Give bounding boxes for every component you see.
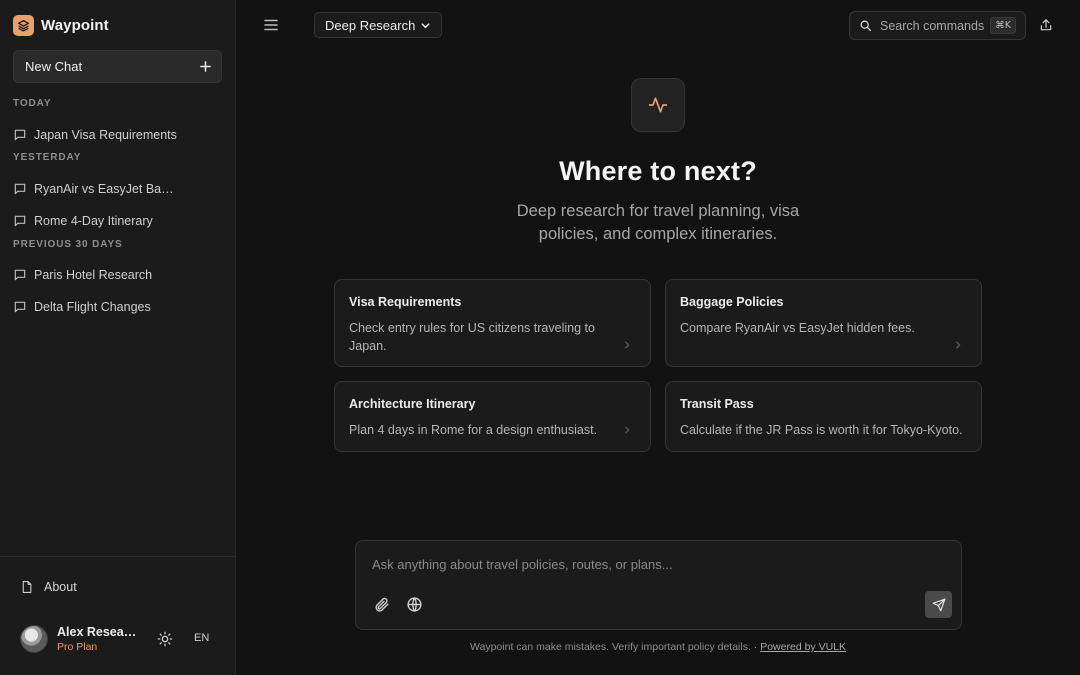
send-button[interactable]: [925, 591, 952, 618]
send-icon: [932, 598, 945, 611]
file-icon: [22, 580, 32, 593]
card-title: Visa Requirements: [349, 295, 462, 309]
suggestion-card-visa[interactable]: Visa Requirements Check entry rules for …: [334, 279, 651, 367]
card-description: Plan 4 days in Rome for a design enthusi…: [349, 423, 598, 437]
layers-logo-icon: [13, 14, 34, 36]
user-plan: Pro Plan: [57, 641, 98, 653]
app-name: Waypoint: [41, 16, 109, 34]
sidebar: Waypoint New Chat TODAY Japan Visa Requi…: [0, 0, 236, 675]
globe-icon: [407, 597, 422, 612]
section-heading-previous-30-days: PREVIOUS 30 DAYS: [13, 239, 123, 250]
share-icon: [1040, 19, 1052, 31]
suggestion-card-architecture[interactable]: Architecture Itinerary Plan 4 days in Ro…: [334, 381, 651, 452]
chat-item-baggage[interactable]: RyanAir vs EasyJet Baggage Policies: [13, 179, 223, 199]
message-icon: [14, 183, 26, 195]
chevron-down-icon: [421, 22, 430, 28]
suggestion-card-baggage[interactable]: Baggage Policies Compare RyanAir vs Easy…: [665, 279, 982, 367]
footer-disclaimer: Waypoint can make mistakes. Verify impor…: [469, 641, 761, 653]
new-chat-label: New Chat: [25, 59, 83, 74]
message-icon: [14, 301, 26, 313]
chevron-right-icon: [956, 341, 961, 349]
chat-item-label: Japan Visa Requirements: [34, 128, 177, 142]
powered-by-link[interactable]: Powered by VULK: [760, 641, 846, 653]
hero-title: Where to next?: [559, 156, 757, 186]
mode-select[interactable]: Deep Research: [314, 12, 442, 38]
share-button[interactable]: [1039, 18, 1053, 32]
user-info: Alex Researcher Pro Plan: [57, 625, 139, 653]
mode-label: Deep Research: [325, 17, 416, 33]
message-icon: [14, 215, 26, 227]
paperclip-icon: [375, 597, 389, 612]
hamburger-icon: [264, 19, 278, 31]
card-description: Check entry rules for US citizens travel…: [349, 321, 595, 353]
chat-item-japan-visa[interactable]: Japan Visa Requirements: [13, 125, 223, 145]
hero-subtitle: Deep research for travel planning, visa …: [516, 202, 800, 243]
message-input[interactable]: [372, 555, 932, 573]
search-icon: [860, 20, 872, 32]
search-placeholder: Search commands: [880, 18, 985, 33]
sun-icon: [157, 631, 173, 647]
theme-toggle-button[interactable]: [157, 631, 173, 647]
avatar: [20, 625, 48, 653]
user-profile[interactable]: Alex Researcher Pro Plan: [20, 624, 139, 654]
suggestion-card-transit[interactable]: Transit Pass Calculate if the JR Pass is…: [665, 381, 982, 452]
keyboard-shortcut: ⌘K: [990, 17, 1016, 34]
activity-badge: [631, 78, 685, 132]
about-label: About: [44, 579, 77, 594]
message-icon: [14, 269, 26, 281]
card-title: Baggage Policies: [680, 295, 784, 309]
card-description: Calculate if the JR Pass is worth it for…: [680, 423, 963, 437]
menu-toggle-button[interactable]: [262, 16, 280, 34]
chat-item-paris-hotel[interactable]: Paris Hotel Research: [13, 265, 223, 285]
card-title: Architecture Itinerary: [349, 397, 476, 411]
attach-button[interactable]: [373, 596, 390, 613]
footer: Waypoint can make mistakes. Verify impor…: [236, 641, 1080, 653]
new-chat-button[interactable]: New Chat: [13, 50, 222, 83]
activity-icon: [648, 97, 668, 113]
about-link[interactable]: About: [20, 578, 77, 595]
section-heading-today: TODAY: [13, 98, 52, 109]
command-search[interactable]: Search commands ⌘K: [849, 11, 1026, 40]
chat-item-rome[interactable]: Rome 4-Day Itinerary: [13, 211, 223, 231]
chevron-right-icon: [625, 341, 630, 349]
sidebar-divider: [0, 556, 235, 557]
chat-item-delta[interactable]: Delta Flight Changes: [13, 297, 223, 317]
card-title: Transit Pass: [680, 397, 754, 411]
brand[interactable]: Waypoint: [13, 14, 109, 36]
section-heading-yesterday: YESTERDAY: [13, 152, 82, 163]
user-name: Alex Researcher: [57, 625, 139, 639]
chat-item-label: Paris Hotel Research: [34, 268, 153, 282]
chat-item-label: RyanAir vs EasyJet Baggage Policies: [34, 182, 177, 196]
chat-item-label: Delta Flight Changes: [34, 300, 151, 314]
composer: [355, 540, 962, 630]
card-description: Compare RyanAir vs EasyJet hidden fees.: [680, 321, 915, 335]
chat-item-label: Rome 4-Day Itinerary: [34, 214, 153, 228]
plus-icon: [200, 61, 211, 72]
message-icon: [14, 129, 26, 141]
chevron-right-icon: [625, 426, 630, 434]
language-toggle[interactable]: EN: [194, 632, 209, 644]
web-search-toggle[interactable]: [406, 596, 423, 613]
